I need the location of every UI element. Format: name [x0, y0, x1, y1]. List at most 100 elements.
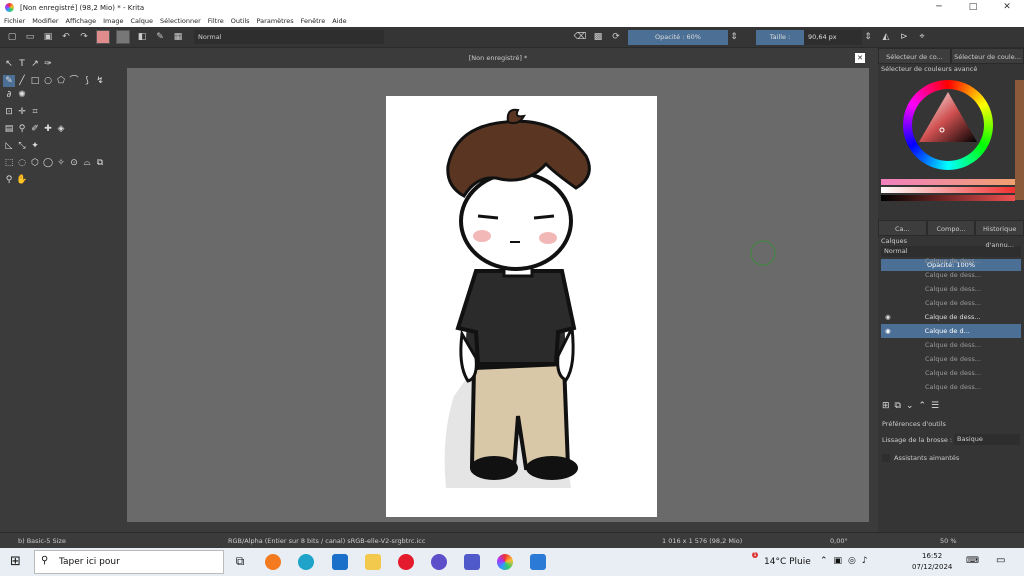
firefox-icon[interactable]	[265, 554, 281, 570]
ellipse-select-tool-icon[interactable]: ◌	[16, 157, 28, 169]
menu-fichier[interactable]: Fichier	[4, 17, 25, 25]
transform-tool-icon[interactable]: ⊡	[3, 106, 15, 118]
taskbar-search-box[interactable]: ⚲ Taper ici pour	[34, 550, 224, 574]
layer-row[interactable]: Calque de dess...	[881, 268, 1021, 282]
layer-row[interactable]: Calque de dess...	[881, 338, 1021, 352]
move-tool-icon[interactable]: ✛	[16, 106, 28, 118]
freehand-brush-tool-icon[interactable]: ✎	[3, 75, 15, 87]
polyline-tool-icon[interactable]: ⌒	[68, 75, 80, 87]
zoom-tool-icon[interactable]: ⚲	[3, 174, 15, 186]
ellipse-tool-icon[interactable]: ○	[42, 75, 54, 87]
eye-icon[interactable]: ◉	[881, 313, 891, 321]
system-tray-icons[interactable]: ⌃▣◎♪	[820, 556, 874, 566]
app-taskbar-icon[interactable]	[530, 554, 546, 570]
redo-icon[interactable]: ↷	[78, 31, 90, 43]
opacity-slider[interactable]: Opacité : 60%	[628, 29, 728, 45]
menu-filtre[interactable]: Filtre	[208, 17, 224, 25]
tab-color-selector-1[interactable]: Sélecteur de co...	[878, 48, 951, 64]
swap-colors-icon[interactable]: ◧	[136, 31, 148, 43]
rect-select-tool-icon[interactable]: ⬚	[3, 157, 15, 169]
smoothing-select[interactable]: Basique	[954, 434, 1020, 445]
layer-row-active[interactable]: ◉ Calque de d...	[881, 324, 1021, 338]
horizontal-scrollbar[interactable]	[127, 522, 869, 532]
assistants-checkbox[interactable]	[882, 454, 890, 462]
clock-date[interactable]: 07/12/2024	[912, 563, 952, 571]
smart-patch-tool-icon[interactable]: ✚	[42, 123, 54, 135]
layer-actions-toolbar[interactable]: ⊞⧉⌄⌃☰	[882, 401, 944, 411]
mirror-vertical-icon[interactable]: ⊳	[898, 31, 910, 43]
canvas-area[interactable]: [Non enregistré] * ✕	[127, 48, 869, 532]
open-folder-icon[interactable]: ▭	[24, 31, 36, 43]
opacity-stepper[interactable]: ⇕	[728, 31, 740, 43]
menu-fenetre[interactable]: Fenêtre	[301, 17, 326, 25]
advanced-color-wheel[interactable]	[878, 74, 1024, 214]
maximize-button[interactable]: □	[956, 0, 990, 15]
minimize-button[interactable]: ─	[922, 0, 956, 15]
new-document-icon[interactable]: ▢	[6, 31, 18, 43]
wrap-icon[interactable]: ⌖	[916, 31, 928, 43]
fill-tool-icon[interactable]: ◈	[55, 123, 67, 135]
weather-status[interactable]: 14°C Pluie	[764, 557, 811, 567]
freehand-select-tool-icon[interactable]: ◯	[42, 157, 54, 169]
eraser-icon[interactable]: ⌫	[574, 31, 587, 43]
text-tool-icon[interactable]: T	[16, 58, 28, 70]
messenger-icon[interactable]	[431, 554, 447, 570]
undo-icon[interactable]: ↶	[60, 31, 72, 43]
select-shape-tool-icon[interactable]: ↖	[3, 58, 15, 70]
mail-icon[interactable]	[332, 554, 348, 570]
assistant-tool-icon[interactable]: ◺	[3, 140, 15, 152]
tab-color-selector-2[interactable]: Sélecteur de coule...	[951, 48, 1024, 64]
tab-compositions[interactable]: Compo...	[926, 220, 976, 236]
multibrush-tool-icon[interactable]: ✺	[16, 89, 28, 101]
layer-row[interactable]: Calque de dess...	[881, 282, 1021, 296]
reference-images-tool-icon[interactable]: ✦	[29, 140, 41, 152]
edge-icon[interactable]	[298, 554, 314, 570]
layer-row[interactable]: Calque de dess...	[881, 366, 1021, 380]
crop-tool-icon[interactable]: ⌗	[29, 106, 41, 118]
clock-time[interactable]: 16:52	[922, 552, 942, 560]
menu-parametres[interactable]: Paramètres	[257, 17, 294, 25]
layer-row[interactable]: ◉ Calque de dess...	[881, 310, 1021, 324]
menu-aide[interactable]: Aide	[332, 17, 346, 25]
background-color-swatch[interactable]	[116, 30, 130, 44]
menu-affichage[interactable]: Affichage	[66, 17, 97, 25]
layer-row[interactable]: Calque de dess...	[881, 254, 1021, 268]
bezier-select-tool-icon[interactable]: ⌓	[81, 157, 93, 169]
zoom-status[interactable]: 50 %	[940, 533, 957, 549]
foreground-color-swatch[interactable]	[96, 30, 110, 44]
close-button[interactable]: ✕	[990, 0, 1024, 15]
menu-calque[interactable]: Calque	[130, 17, 153, 25]
gradient-tool-icon[interactable]: ▤	[3, 123, 15, 135]
mirror-horizontal-icon[interactable]: ◭	[880, 31, 892, 43]
menu-selectionner[interactable]: Sélectionner	[160, 17, 201, 25]
pan-tool-icon[interactable]: ✋	[16, 174, 28, 186]
colorize-mask-tool-icon[interactable]: ✐	[29, 123, 41, 135]
dynamic-brush-tool-icon[interactable]: ∂	[3, 89, 15, 101]
menu-outils[interactable]: Outils	[231, 17, 250, 25]
line-tool-icon[interactable]: ╱	[16, 75, 28, 87]
bezier-tool-icon[interactable]: ⟆	[81, 75, 93, 87]
edit-shapes-tool-icon[interactable]: ↗	[29, 58, 41, 70]
file-explorer-icon[interactable]	[365, 554, 381, 570]
tab-layers[interactable]: Ca...	[878, 220, 927, 236]
size-value[interactable]: 90,64 px	[804, 29, 862, 45]
size-stepper[interactable]: ⇕	[862, 31, 874, 43]
notification-center-icon[interactable]: ▭	[996, 555, 1005, 566]
eye-icon[interactable]: ◉	[881, 327, 891, 335]
similar-select-tool-icon[interactable]: ⊙	[68, 157, 80, 169]
windows-start-icon[interactable]: ⊞	[10, 554, 21, 569]
task-view-icon[interactable]: ⧉	[232, 554, 248, 570]
calligraphy-tool-icon[interactable]: ✑	[42, 58, 54, 70]
menu-image[interactable]: Image	[103, 17, 123, 25]
canvas-paper[interactable]	[386, 96, 657, 517]
contiguous-select-tool-icon[interactable]: ✧	[55, 157, 67, 169]
layer-row[interactable]: Calque de dess...	[881, 352, 1021, 366]
reload-preset-icon[interactable]: ⟳	[610, 31, 622, 43]
teams-icon[interactable]	[464, 554, 480, 570]
polygon-select-tool-icon[interactable]: ⬡	[29, 157, 41, 169]
pattern-icon[interactable]: ▦	[172, 31, 184, 43]
krita-taskbar-icon[interactable]	[497, 554, 513, 570]
color-picker-tool-icon[interactable]: ⚲	[16, 123, 28, 135]
document-tab[interactable]: [Non enregistré] * ✕	[127, 48, 869, 68]
layer-row[interactable]: Calque de dess...	[881, 380, 1021, 394]
